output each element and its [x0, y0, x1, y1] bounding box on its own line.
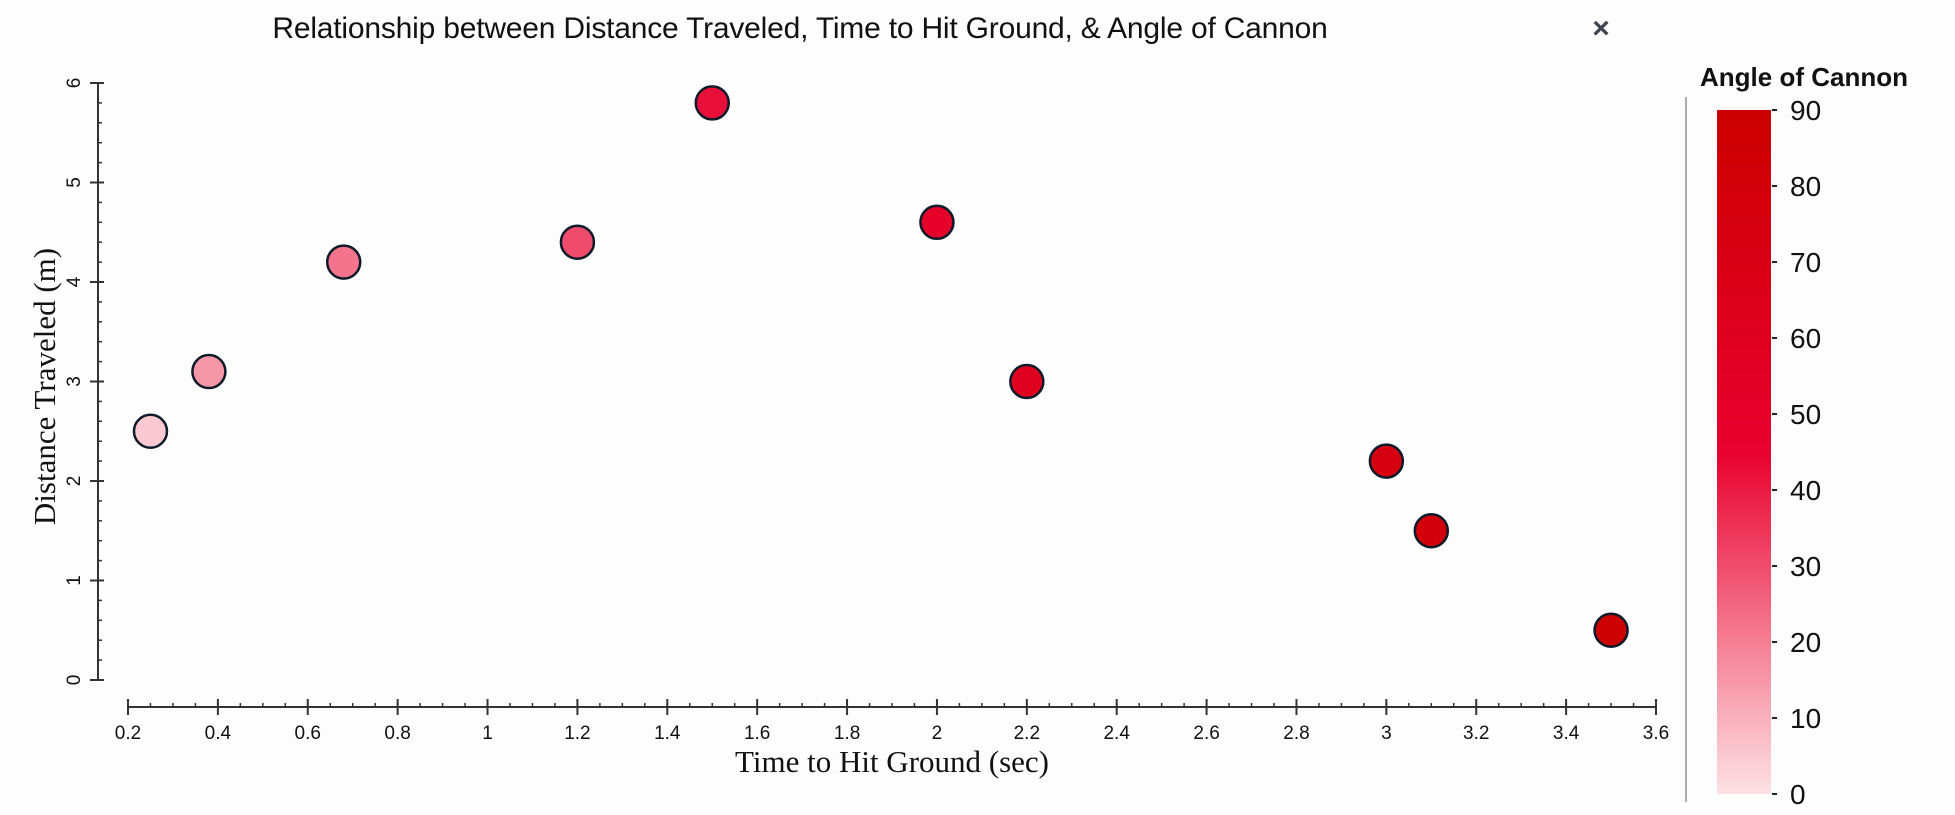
y-tick-label: 4: [64, 276, 85, 287]
data-point: [132, 413, 169, 449]
data-point: [1413, 513, 1450, 549]
scatter-plot: 0.2 0.4 0.6 0.8 1 1.2 1.4 1.6 1.8 2 2.2 2.4 2.6 2.8 3 3…: [27, 78, 1821, 810]
x-tick-label: 0.4: [205, 723, 232, 744]
colorbar-tick-label: 40: [1790, 475, 1821, 506]
colorbar: 0 10 20 30 40 50 60 70 80 90: [1717, 95, 1821, 810]
x-tick-label: 3.2: [1463, 723, 1489, 744]
x-tick-label: 1: [482, 723, 493, 744]
x-tick-label: 0.2: [115, 723, 141, 744]
colorbar-tick-label: 30: [1790, 551, 1821, 582]
x-tick-label: 3.4: [1553, 723, 1580, 744]
x-axis: 0.2 0.4 0.6 0.8 1 1.2 1.4 1.6 1.8 2 2.2 2.4 2.6 2.8 3 3…: [115, 699, 1669, 744]
colorbar-tick-label: 80: [1790, 171, 1821, 202]
y-tick-label: 0: [64, 675, 85, 686]
data-point: [1009, 363, 1045, 400]
colorbar-tick-label: 20: [1790, 627, 1821, 658]
x-tick-label: 1.6: [744, 723, 770, 744]
x-tick-label: 2.4: [1103, 723, 1130, 744]
x-tick-label: 0.6: [295, 723, 321, 744]
y-tick-label: 6: [64, 78, 85, 89]
colorbar-tick-label: 50: [1790, 399, 1821, 430]
y-axis-title: Distance Traveled (m): [27, 248, 62, 525]
x-tick-label: 0.8: [384, 723, 410, 744]
y-tick-label: 5: [64, 177, 85, 188]
data-point: [1593, 612, 1629, 648]
colorbar-tick-label: 10: [1790, 703, 1821, 734]
x-tick-label: 3.6: [1643, 723, 1669, 744]
data-point: [325, 244, 362, 280]
data-point: [1368, 443, 1405, 479]
x-tick-label: 2.8: [1283, 723, 1309, 744]
x-tick-label: 2: [932, 723, 943, 744]
x-tick-label: 1.4: [654, 723, 681, 744]
data-points: [132, 85, 1629, 648]
y-tick-label: 1: [64, 575, 85, 586]
x-axis-title: Time to Hit Ground (sec): [735, 744, 1049, 779]
x-tick-label: 2.2: [1014, 723, 1040, 744]
data-point: [559, 224, 596, 260]
colorbar-tick-label: 90: [1790, 95, 1821, 126]
x-tick-label: 1.2: [564, 723, 590, 744]
x-tick-label: 1.8: [834, 723, 860, 744]
colorbar-tick-label: 70: [1790, 247, 1821, 278]
colorbar-gradient: [1717, 110, 1771, 794]
y-tick-label: 3: [64, 376, 85, 387]
data-point: [191, 353, 227, 390]
y-axis: 0 1 2 3 4 5 6: [64, 78, 104, 686]
y-tick-label: 2: [64, 476, 85, 487]
data-point: [919, 204, 955, 241]
colorbar-tick-label: 0: [1790, 779, 1806, 810]
data-point: [694, 85, 730, 121]
x-tick-label: 2.6: [1193, 723, 1219, 744]
colorbar-tick-label: 60: [1790, 323, 1821, 354]
x-tick-label: 3: [1381, 723, 1392, 744]
